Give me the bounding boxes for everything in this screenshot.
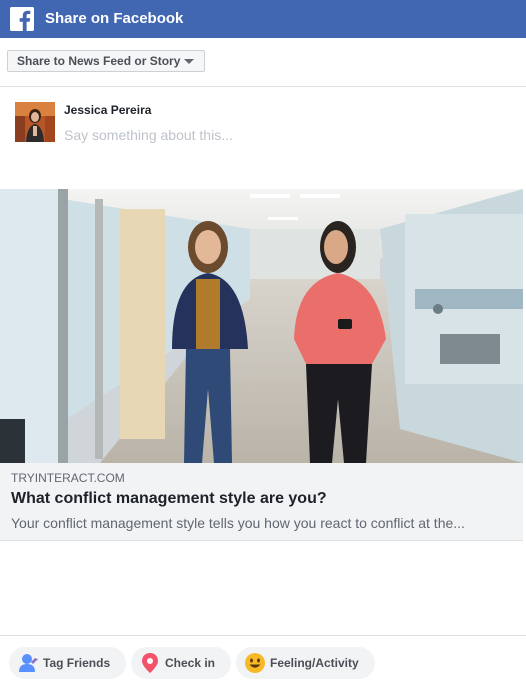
- link-preview-card[interactable]: TRYINTERACT.COM What conflict management…: [0, 189, 523, 541]
- link-title: What conflict management style are you?: [11, 490, 327, 507]
- tag-friends-label: Tag Friends: [43, 656, 111, 670]
- link-domain: TRYINTERACT.COM: [11, 471, 125, 485]
- feeling-activity-button[interactable]: Feeling/Activity: [236, 647, 375, 679]
- dialog-title: Share on Facebook: [45, 10, 184, 27]
- facebook-logo-icon: [10, 7, 34, 31]
- smiley-face-icon: [244, 652, 266, 674]
- avatar[interactable]: [15, 102, 55, 142]
- dialog-header: Share on Facebook: [0, 0, 526, 38]
- user-name: Jessica Pereira: [64, 103, 152, 117]
- divider: [0, 86, 526, 87]
- link-description: Your conflict management style tells you…: [11, 515, 465, 531]
- tag-friends-button[interactable]: Tag Friends: [9, 647, 126, 679]
- location-pin-icon: [139, 652, 161, 674]
- check-in-label: Check in: [165, 656, 216, 670]
- tag-friends-icon: [17, 652, 39, 674]
- feeling-activity-label: Feeling/Activity: [270, 656, 359, 670]
- share-destination-dropdown[interactable]: Share to News Feed or Story: [7, 50, 205, 72]
- check-in-button[interactable]: Check in: [131, 647, 231, 679]
- divider: [0, 635, 526, 636]
- share-destination-label: Share to News Feed or Story: [17, 54, 181, 68]
- message-input[interactable]: [64, 124, 504, 146]
- link-preview-info: TRYINTERACT.COM What conflict management…: [0, 463, 523, 541]
- link-preview-image: [0, 189, 523, 463]
- caret-down-icon: [184, 59, 194, 64]
